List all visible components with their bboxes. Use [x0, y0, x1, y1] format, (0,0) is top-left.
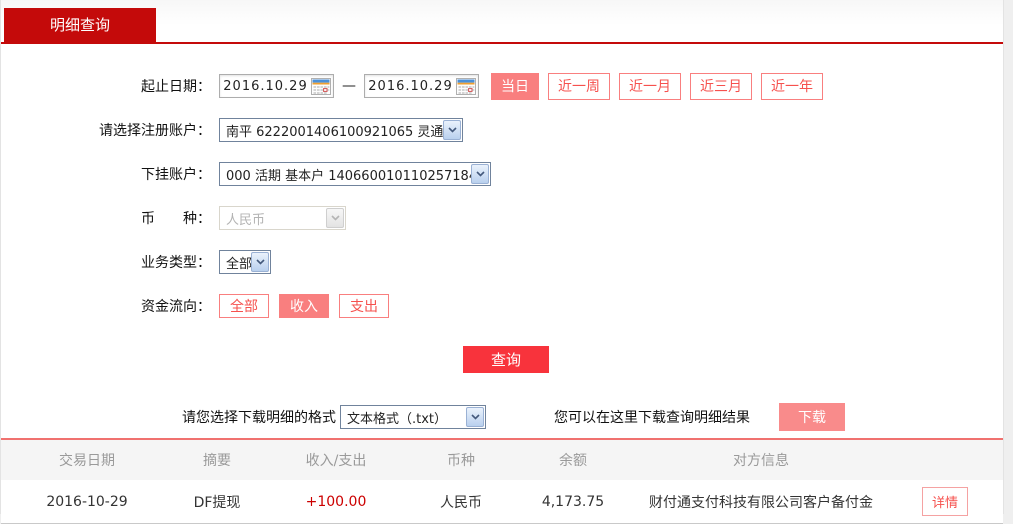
- chevron-down-icon: [471, 164, 489, 184]
- register-account-row: 请选择注册账户： 南平 6222001406100921065 灵通卡: [1, 118, 1003, 142]
- date-range-row: 起止日期： 2016.10.29 — 2016.10.29 当日 近一周 近一月…: [1, 72, 1003, 100]
- download-format-value: 文本格式（.txt）: [347, 411, 448, 427]
- header-amount: 收入/支出: [305, 453, 367, 469]
- header-counterparty: 对方信息: [733, 453, 789, 469]
- detail-button[interactable]: 详情: [921, 487, 968, 516]
- register-account-label: 请选择注册账户：: [99, 123, 211, 139]
- header-currency: 币种: [447, 453, 475, 469]
- cell-actions: 详情: [887, 487, 1003, 516]
- cell-balance: 4,173.75: [541, 493, 605, 510]
- chevron-down-icon: [443, 120, 461, 140]
- register-account-select[interactable]: 南平 6222001406100921065 灵通卡: [219, 118, 463, 142]
- quick-range-week-button[interactable]: 近一周: [548, 72, 610, 100]
- query-form: 起止日期： 2016.10.29 — 2016.10.29 当日 近一周 近一月…: [1, 44, 1003, 431]
- quick-range-month-button[interactable]: 近一月: [619, 72, 681, 100]
- register-account-value: 南平 6222001406100921065 灵通卡: [226, 124, 443, 140]
- start-date-value: 2016.10.29: [223, 78, 308, 94]
- business-type-value: 全部: [226, 256, 251, 272]
- business-type-select[interactable]: 全部: [219, 250, 271, 274]
- calendar-icon[interactable]: [311, 77, 331, 95]
- query-button[interactable]: 查询: [463, 346, 549, 373]
- business-type-row: 业务类型： 全部: [1, 250, 1003, 274]
- fund-flow-income-button[interactable]: 收入: [279, 294, 329, 318]
- start-date-input[interactable]: 2016.10.29: [219, 74, 334, 98]
- currency-select: 人民币: [219, 206, 346, 230]
- sub-account-value: 000 活期 基本户 1406600101102571848: [226, 168, 471, 184]
- query-button-row: 查询: [1, 346, 1003, 373]
- tab-bar: 明细查询: [1, 0, 1003, 44]
- sub-account-row: 下挂账户： 000 活期 基本户 1406600101102571848: [1, 162, 1003, 186]
- header-summary: 摘要: [203, 453, 231, 469]
- tab-detail-query[interactable]: 明细查询: [4, 8, 156, 42]
- chevron-down-icon: [251, 252, 269, 272]
- cell-counterparty: 财付通支付科技有限公司客户备付金: [649, 494, 873, 511]
- sub-account-select[interactable]: 000 活期 基本户 1406600101102571848: [219, 162, 491, 186]
- quick-range-today-button[interactable]: 当日: [491, 72, 539, 100]
- end-date-input[interactable]: 2016.10.29: [364, 74, 479, 98]
- header-balance: 余额: [559, 453, 587, 469]
- date-separator: —: [342, 78, 356, 94]
- download-button[interactable]: 下载: [779, 403, 845, 431]
- date-range-label: 起止日期：: [141, 79, 211, 95]
- download-row: 请您选择下载明细的格式 文本格式（.txt） 您可以在这里下载查询明细结果 下载: [1, 403, 1003, 431]
- cell-currency: 人民币: [440, 494, 482, 511]
- cell-summary: DF提现: [193, 494, 241, 511]
- end-date-value: 2016.10.29: [368, 78, 453, 94]
- header-trade-date: 交易日期: [59, 453, 115, 469]
- cell-amount: +100.00: [305, 493, 367, 510]
- calendar-icon[interactable]: [456, 77, 476, 95]
- quick-range-quarter-button[interactable]: 近三月: [690, 72, 752, 100]
- download-hint-label: 您可以在这里下载查询明细结果: [554, 410, 750, 426]
- fund-flow-all-button[interactable]: 全部: [219, 294, 269, 318]
- sub-account-label: 下挂账户：: [141, 167, 211, 183]
- table-row: 2016-10-29 DF提现 +100.00 人民币 4,173.75 财付通…: [1, 480, 1003, 524]
- fund-flow-expense-button[interactable]: 支出: [339, 294, 389, 318]
- cell-trade-date: 2016-10-29: [46, 493, 128, 510]
- currency-row: 币 种： 人民币: [1, 206, 1003, 230]
- business-type-label: 业务类型：: [141, 255, 211, 271]
- fund-flow-label: 资金流向：: [141, 299, 211, 315]
- currency-value: 人民币: [226, 212, 266, 228]
- table-header-row: 交易日期 摘要 收入/支出 币种 余额 对方信息: [1, 440, 1003, 480]
- chevron-down-icon: [326, 208, 344, 228]
- chevron-down-icon: [466, 407, 484, 427]
- fund-flow-row: 资金流向： 全部 收入 支出: [1, 294, 1003, 318]
- detail-query-panel: 明细查询 起止日期： 2016.10.29 — 2016.10.29 当日 近一…: [0, 0, 1004, 524]
- download-format-label: 请您选择下载明细的格式: [182, 410, 336, 426]
- currency-label: 币 种：: [141, 211, 211, 227]
- quick-range-year-button[interactable]: 近一年: [761, 72, 823, 100]
- download-format-select[interactable]: 文本格式（.txt）: [340, 405, 486, 429]
